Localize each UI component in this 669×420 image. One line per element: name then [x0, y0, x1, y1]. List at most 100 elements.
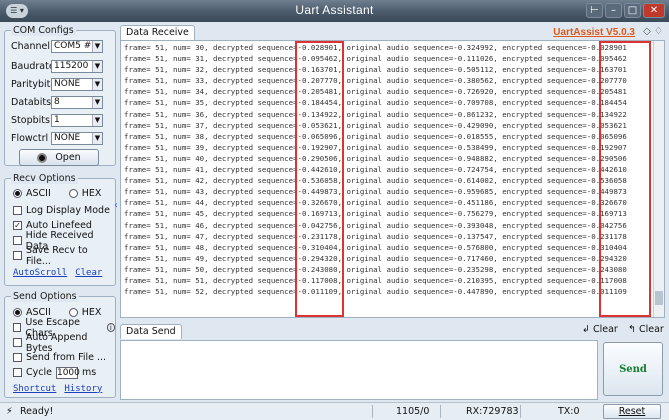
receive-line: frame= 51, num= 33, decrypted sequence=-…: [124, 76, 627, 86]
chevron-down-icon: ▼: [92, 96, 102, 108]
version-link[interactable]: UartAssist V5.0.3: [553, 27, 635, 38]
history-link[interactable]: History: [64, 384, 102, 394]
send-bar: Data Send ↲ Clear ↰ Clear: [120, 322, 665, 340]
receive-line: frame= 51, num= 38, decrypted sequence=-…: [124, 131, 627, 141]
cycle-checkbox[interactable]: Cycle 1000 ms: [13, 366, 96, 379]
checkbox-icon: ✓: [13, 221, 22, 230]
shortcut-link[interactable]: Shortcut: [13, 384, 56, 394]
databits-label: Databits: [11, 96, 52, 108]
parity-select[interactable]: NONE ▼: [51, 77, 103, 91]
recv-options-group: Recv Options ASCII HEX Log Display Mode …: [4, 173, 116, 286]
cycle-interval-input[interactable]: 1000: [55, 366, 80, 379]
receive-lines: frame= 51, num= 30, decrypted sequence=-…: [124, 42, 627, 297]
send-from-file-checkbox[interactable]: Send from File ...: [13, 351, 106, 364]
receive-line: frame= 51, num= 37, decrypted sequence=-…: [124, 120, 627, 130]
window-title: Uart Assistant: [295, 3, 374, 17]
channel-row: Channel COM5 #U ▼: [11, 39, 103, 53]
com-configs-group: COM Configs Channel COM5 #U ▼ Baudrate 11…: [4, 25, 116, 166]
chevron-down-icon: ▼: [92, 114, 102, 126]
recv-links: AutoScroll Clear: [13, 266, 102, 279]
receive-line: frame= 51, num= 46, decrypted sequence=-…: [124, 220, 627, 230]
receive-line: frame= 51, num= 41, decrypted sequence=-…: [124, 165, 627, 175]
checkbox-icon: [13, 206, 22, 215]
receive-line: frame= 51, num= 40, decrypted sequence=-…: [124, 153, 627, 163]
scrollbar-thumb[interactable]: [655, 291, 663, 305]
tab-data-send[interactable]: Data Send: [120, 324, 182, 339]
status-ready: Ready!: [20, 406, 54, 417]
checkbox-icon: [13, 368, 22, 377]
window-controls: ⊢ – □ ✕: [586, 3, 665, 19]
receive-line: frame= 51, num= 31, decrypted sequence=-…: [124, 54, 627, 64]
highlight-decrypted-column: [295, 41, 344, 317]
checkbox-icon: [13, 353, 22, 362]
channel-select[interactable]: COM5 #U ▼: [51, 39, 103, 53]
maximize-button[interactable]: □: [624, 3, 641, 18]
flowctrl-row: Flowctrl NONE ▼: [11, 131, 103, 145]
recv-hex-radio[interactable]: [68, 189, 78, 198]
receive-text-area[interactable]: frame= 51, num= 30, decrypted sequence=-…: [120, 40, 665, 318]
receive-line: frame= 51, num= 49, decrypted sequence=-…: [124, 253, 627, 263]
collapse-panel-icon[interactable]: ‹: [114, 200, 118, 211]
chevron-down-icon: ▼: [92, 40, 102, 52]
port-status-icon: [37, 152, 48, 163]
stopbits-row: Stopbits 1 ▼: [11, 113, 103, 127]
send-button[interactable]: Send: [603, 342, 663, 396]
receive-scrollbar[interactable]: [653, 41, 664, 317]
recv-options-title: Recv Options: [11, 173, 78, 184]
receive-line: frame= 51, num= 34, decrypted sequence=-…: [124, 87, 627, 97]
save-recv-to-file-checkbox[interactable]: Save Recv to File...: [13, 245, 115, 267]
gem-icon[interactable]: ◇: [643, 26, 651, 37]
receive-line: frame= 51, num= 30, decrypted sequence=-…: [124, 43, 627, 52]
tab-data-receive[interactable]: Data Receive: [120, 25, 195, 40]
clear-send-button[interactable]: ↰ Clear: [628, 324, 664, 335]
stopbits-select[interactable]: 1 ▼: [51, 113, 103, 127]
autoscroll-link[interactable]: AutoScroll: [13, 268, 67, 278]
bell-icon[interactable]: ♢: [654, 26, 663, 37]
receive-line: frame= 51, num= 47, decrypted sequence=-…: [124, 231, 627, 241]
recv-clear-link[interactable]: Clear: [75, 268, 102, 278]
flowctrl-label: Flowctrl: [11, 132, 49, 144]
receive-line: frame= 51, num= 43, decrypted sequence=-…: [124, 187, 627, 197]
chevron-down-icon: ▼: [92, 78, 102, 90]
stopbits-label: Stopbits: [11, 114, 50, 126]
close-button[interactable]: ✕: [643, 3, 665, 18]
status-tx: TX:0: [558, 406, 580, 417]
highlight-encrypted-column: [599, 41, 651, 317]
chevron-down-icon: ▼: [92, 60, 102, 72]
databits-select[interactable]: 8 ▼: [51, 95, 103, 109]
receive-line: frame= 51, num= 42, decrypted sequence=-…: [124, 176, 627, 186]
receive-line: frame= 51, num= 45, decrypted sequence=-…: [124, 209, 627, 219]
parity-row: Paritybits NONE ▼: [11, 77, 103, 91]
cycle-unit: ms: [81, 367, 97, 378]
reset-button[interactable]: Reset: [603, 404, 661, 419]
send-text-area[interactable]: [120, 340, 598, 400]
clear-receive-button[interactable]: ↲ Clear: [582, 324, 618, 335]
send-ascii-radio[interactable]: [13, 308, 22, 317]
clear-arrow-icon: ↲: [582, 324, 590, 335]
recv-ascii-radio[interactable]: [13, 189, 22, 198]
receive-line: frame= 51, num= 52, decrypted sequence=-…: [124, 287, 627, 297]
minimize-button[interactable]: –: [605, 3, 622, 18]
baudrate-select[interactable]: 115200 ▼: [51, 59, 103, 73]
checkbox-icon: [13, 236, 22, 245]
title-bar: ☰ ▾ Uart Assistant ⊢ – □ ✕: [0, 0, 669, 22]
top-icons: ◇ ♢: [643, 26, 663, 37]
status-rx: RX:729783: [466, 406, 519, 417]
status-bar: ⚡ Ready! 1105/0 RX:729783 TX:0 Reset: [0, 402, 669, 420]
log-display-mode-checkbox[interactable]: Log Display Mode: [13, 204, 110, 217]
open-button-label: Open: [55, 152, 81, 163]
pin-icon[interactable]: ⊢: [586, 3, 603, 18]
status-icon: ⚡: [6, 406, 13, 417]
receive-line: frame= 51, num= 39, decrypted sequence=-…: [124, 142, 627, 152]
parity-label: Paritybits: [11, 78, 56, 90]
recv-ascii-label: ASCII: [26, 188, 51, 199]
open-button[interactable]: Open: [19, 149, 99, 166]
receive-line: frame= 51, num= 32, decrypted sequence=-…: [124, 65, 627, 75]
flowctrl-select[interactable]: NONE ▼: [51, 131, 103, 145]
recv-hex-label: HEX: [81, 188, 102, 199]
auto-append-bytes-checkbox[interactable]: Auto Append Bytes: [13, 332, 115, 354]
left-panel: COM Configs Channel COM5 #U ▼ Baudrate 11…: [4, 24, 116, 400]
channel-label: Channel: [11, 40, 51, 52]
receive-line: frame= 51, num= 50, decrypted sequence=-…: [124, 264, 627, 274]
receive-line: frame= 51, num= 51, decrypted sequence=-…: [124, 275, 627, 285]
